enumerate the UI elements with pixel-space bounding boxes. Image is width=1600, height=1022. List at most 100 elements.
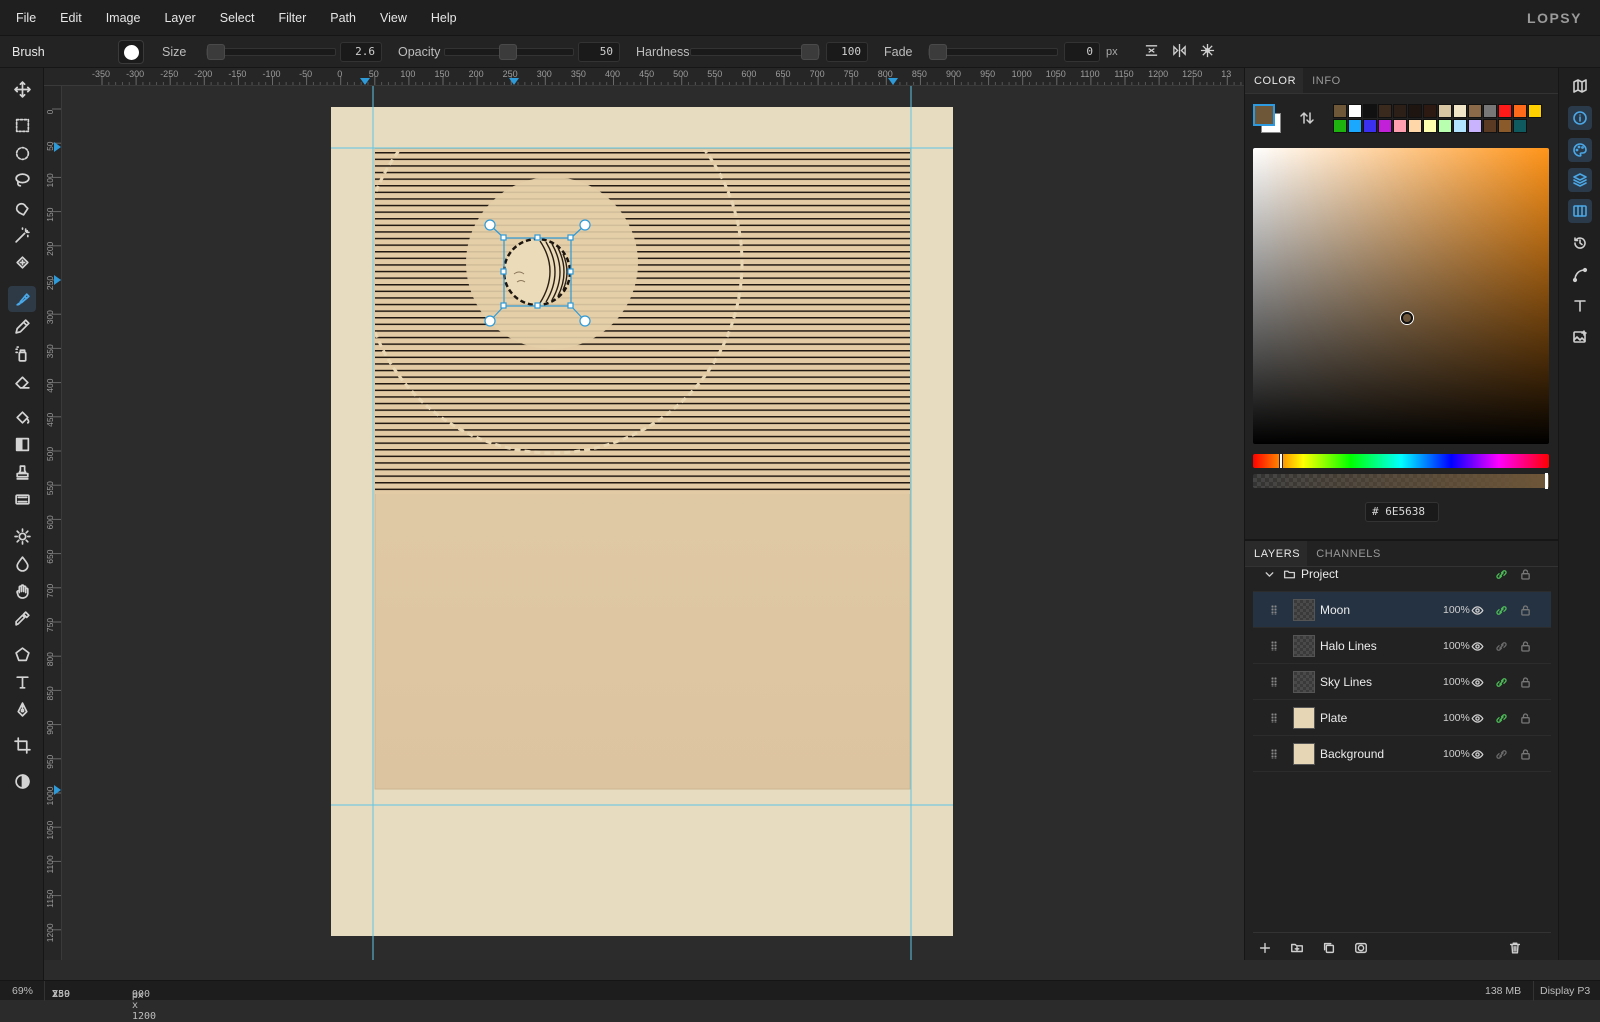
quick-select-icon[interactable] [8,195,36,221]
layer-opacity[interactable]: 100% [1443,640,1470,652]
blur-icon[interactable] [8,550,36,576]
link-icon[interactable] [1493,674,1509,690]
canvas-viewport[interactable] [62,86,1244,960]
hex-input[interactable]: # 6E5638 [1365,502,1439,522]
text-icon[interactable] [8,669,36,695]
lasso-icon[interactable] [8,167,36,193]
color-swatch[interactable] [1333,104,1347,118]
fade-slider[interactable] [928,44,1058,60]
symmetry-radial-icon[interactable] [1198,43,1216,61]
color-swatch[interactable] [1513,119,1527,133]
move-icon[interactable] [8,76,36,102]
hand-icon[interactable] [8,578,36,604]
color-swatch[interactable] [1513,104,1527,118]
layer-opacity[interactable]: 100% [1443,676,1470,688]
layer-row[interactable]: Plate 100% [1253,700,1551,736]
color-swatch[interactable] [1498,119,1512,133]
link-icon[interactable] [1493,710,1509,726]
menu-image[interactable]: Image [94,11,153,25]
vertical-ruler[interactable]: 0 50 100 150 200 250 300 350 400 450 500 550 600 650 7… [44,86,62,960]
color-swatch[interactable] [1348,119,1362,133]
character-icon[interactable] [1568,294,1592,318]
hue-slider-thumb[interactable] [1279,453,1283,469]
size-input[interactable]: 2.6 [340,42,382,62]
color-swatch[interactable] [1498,104,1512,118]
magic-wand-icon[interactable] [8,222,36,248]
color-swatch[interactable] [1393,119,1407,133]
history-icon[interactable] [1568,231,1592,255]
color-swatch[interactable] [1438,119,1452,133]
menu-filter[interactable]: Filter [266,11,318,25]
brush-preset-picker[interactable] [118,40,144,64]
lock-icon[interactable] [1517,638,1533,654]
ellipse-select-icon[interactable] [8,140,36,166]
image-adjust-icon[interactable] [1568,325,1592,349]
paths-icon[interactable] [1568,263,1592,287]
new-group-icon[interactable] [1288,939,1306,957]
color-swatch[interactable] [1408,119,1422,133]
heal-icon[interactable] [8,249,36,275]
fill-icon[interactable] [8,404,36,430]
stamp-icon[interactable] [8,459,36,485]
alpha-slider[interactable] [1253,473,1549,489]
layer-opacity[interactable]: 100% [1443,604,1470,616]
color-swatch[interactable] [1468,104,1482,118]
hardness-slider-thumb[interactable] [801,44,819,60]
layer-name[interactable]: Halo Lines [1320,639,1377,653]
pen-icon[interactable] [8,696,36,722]
layer-opacity[interactable]: 100% [1443,712,1470,724]
polygon-icon[interactable] [8,641,36,667]
sharpen-icon[interactable] [8,523,36,549]
link-icon[interactable] [1493,566,1509,582]
color-swatch[interactable] [1378,104,1392,118]
layer-row[interactable]: Moon 100% [1253,592,1551,628]
symmetry-horizontal-icon[interactable] [1170,43,1188,61]
color-swatch[interactable] [1453,119,1467,133]
brush-icon[interactable] [8,286,36,312]
link-icon[interactable] [1493,746,1509,762]
info-icon[interactable] [1568,106,1592,130]
hardness-slider[interactable] [690,44,820,60]
menu-view[interactable]: View [368,11,419,25]
fade-input[interactable]: 0 [1064,42,1100,62]
eraser-icon[interactable] [8,368,36,394]
guide-marker[interactable] [509,78,519,85]
pattern-icon[interactable] [8,486,36,512]
layer-name[interactable]: Sky Lines [1320,675,1372,689]
symmetry-vertical-icon[interactable] [1142,43,1160,61]
menu-path[interactable]: Path [318,11,368,25]
layer-row[interactable]: Background 100% [1253,736,1551,772]
gradient-icon[interactable] [8,431,36,457]
lock-icon[interactable] [1517,746,1533,762]
swap-colors-icon[interactable] [1299,110,1315,126]
color-swatch[interactable] [1438,104,1452,118]
opacity-slider-thumb[interactable] [499,44,517,60]
eye-icon[interactable] [1469,674,1485,690]
add-layer-icon[interactable] [1256,939,1274,957]
drag-handle-icon[interactable] [1271,713,1277,723]
menu-file[interactable]: File [0,11,48,25]
color-swatch[interactable] [1453,104,1467,118]
color-swatch[interactable] [1363,104,1377,118]
pencil-icon[interactable] [8,313,36,339]
opacity-slider[interactable] [444,44,574,60]
link-icon[interactable] [1493,602,1509,618]
size-slider[interactable] [206,44,336,60]
link-icon[interactable] [1493,638,1509,654]
color-swatch[interactable] [1363,119,1377,133]
lock-icon[interactable] [1517,602,1533,618]
color-swatch[interactable] [1468,119,1482,133]
horizontal-ruler[interactable]: -350 -300 -250 -200 -150 -100 -50 0 50 100 150 200 2… [44,68,1244,86]
guide-marker[interactable] [888,78,898,85]
color-swatch[interactable] [1483,104,1497,118]
delete-layer-icon[interactable] [1506,939,1524,957]
layer-name[interactable]: Background [1320,747,1384,761]
zoom-level[interactable]: 69% [12,985,33,997]
eyedropper-icon[interactable] [8,605,36,631]
color-swatch[interactable] [1423,119,1437,133]
layer-name[interactable]: Moon [1320,603,1350,617]
rect-select-icon[interactable] [8,112,36,138]
chevron-down-icon[interactable] [1261,566,1277,582]
eye-icon[interactable] [1469,746,1485,762]
eye-icon[interactable] [1469,602,1485,618]
